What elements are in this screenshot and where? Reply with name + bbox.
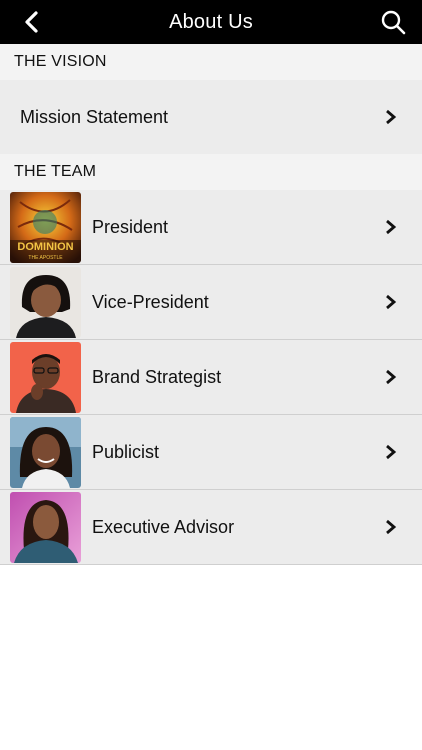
person-photo [10, 266, 81, 338]
publicist-avatar [10, 416, 81, 488]
person-photo [10, 491, 81, 563]
list-item-president[interactable]: DOMINION THE APOSTLE President [0, 190, 422, 265]
page-title: About Us [169, 10, 253, 33]
president-avatar: DOMINION THE APOSTLE [10, 191, 81, 263]
list-item-label: Publicist [92, 441, 160, 462]
search-icon[interactable] [380, 9, 406, 35]
list-item-vice-president[interactable]: Vice-President [0, 265, 422, 340]
chevron-right-icon [386, 219, 397, 235]
executive-advisor-avatar [10, 491, 81, 563]
list-item-label: Brand Strategist [92, 366, 222, 387]
list-item-label: Executive Advisor [92, 516, 235, 537]
chevron-right-icon [386, 444, 397, 460]
vice-president-avatar [10, 266, 81, 338]
chevron-right-icon [386, 369, 397, 385]
chevron-right-icon [386, 519, 397, 535]
list-item-label: Mission Statement [20, 106, 169, 127]
list-item-publicist[interactable]: Publicist [0, 415, 422, 490]
svg-text:DOMINION: DOMINION [17, 241, 73, 253]
list-item-brand-strategist[interactable]: Brand Strategist [0, 340, 422, 415]
list-item-executive-advisor[interactable]: Executive Advisor [0, 490, 422, 565]
brand-strategist-avatar [10, 341, 81, 413]
dominion-cover-image: DOMINION THE APOSTLE [10, 191, 81, 263]
person-photo [10, 341, 81, 413]
list-item-mission-statement[interactable]: Mission Statement [0, 80, 422, 154]
chevron-right-icon [386, 109, 397, 125]
person-photo [10, 416, 81, 488]
section-header-vision: THE VISION [0, 44, 422, 80]
chevron-left-icon[interactable] [20, 9, 46, 35]
list-item-label: President [92, 216, 169, 237]
svg-text:THE APOSTLE: THE APOSTLE [28, 255, 63, 261]
chevron-right-icon [386, 294, 397, 310]
top-bar: About Us [0, 0, 422, 44]
section-header-team: THE TEAM [0, 154, 422, 190]
list-item-label: Vice-President [92, 291, 209, 312]
